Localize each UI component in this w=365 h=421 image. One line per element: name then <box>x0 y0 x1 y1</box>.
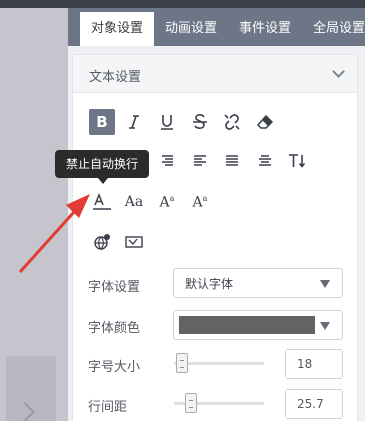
section-title: 文本设置 <box>89 70 142 85</box>
text-box-icon <box>125 236 143 248</box>
font-size-label: 字号大小 <box>88 360 141 375</box>
italic-button[interactable] <box>121 109 147 135</box>
font-size-button[interactable]: Aa <box>121 189 147 215</box>
top-bar <box>0 0 68 8</box>
font-size-input[interactable]: 18 <box>285 349 343 379</box>
font-select[interactable]: 默认字体 <box>173 268 343 298</box>
chevron-down-icon[interactable] <box>332 65 345 78</box>
top-bar <box>68 0 365 8</box>
tooltip: 禁止自动换行 <box>55 150 149 178</box>
underline-button[interactable] <box>154 109 180 135</box>
align-left-button[interactable] <box>187 148 213 174</box>
superscript-icon: Aa <box>159 193 175 211</box>
align-right-button[interactable] <box>154 148 180 174</box>
text-nowrap-icon <box>93 193 111 210</box>
tab-global-settings[interactable]: 全局设置 <box>302 12 365 46</box>
bold-icon: B <box>96 113 108 131</box>
tab-event-settings[interactable]: 事件设置 <box>228 12 302 46</box>
subscript-icon: Aa <box>192 193 208 211</box>
caret-down-icon <box>320 280 330 288</box>
line-height-label: 行间距 <box>88 400 128 415</box>
font-size-slider-handle[interactable] <box>176 353 188 373</box>
distribute-icon <box>259 155 271 166</box>
font-size-icon: Aa <box>124 194 144 210</box>
align-left-icon <box>194 155 206 166</box>
settings-tabs: 对象设置 动画设置 事件设置 全局设置 <box>68 8 365 46</box>
eraser-icon <box>256 114 274 129</box>
justify-button[interactable] <box>219 148 245 174</box>
align-right-icon <box>162 155 173 166</box>
line-height-input[interactable]: 25.7 <box>285 389 343 419</box>
tooltip-pointer <box>98 178 108 184</box>
superscript-button[interactable]: Aa <box>154 189 180 215</box>
text-box-button[interactable] <box>121 229 147 255</box>
canvas-area <box>0 0 68 421</box>
tab-object-settings[interactable]: 对象设置 <box>80 12 155 46</box>
eraser-button[interactable] <box>252 109 278 135</box>
distribute-button[interactable] <box>252 148 278 174</box>
unlink-icon <box>224 114 240 130</box>
font-select-value: 默认字体 <box>185 277 234 291</box>
text-direction-icon <box>289 154 306 168</box>
font-label: 字体设置 <box>88 280 141 295</box>
font-color-label: 字体颜色 <box>88 321 141 336</box>
unlink-button[interactable] <box>219 109 245 135</box>
web-font-button[interactable] <box>89 229 115 255</box>
strikethrough-icon <box>193 114 207 129</box>
globe-icon <box>94 234 110 250</box>
tab-animation-settings[interactable]: 动画设置 <box>154 12 228 46</box>
caret-down-icon <box>320 322 330 330</box>
strikethrough-button[interactable] <box>187 109 213 135</box>
font-color-picker[interactable] <box>173 310 343 340</box>
justify-icon <box>226 155 238 166</box>
section-header[interactable]: 文本设置 <box>73 55 357 93</box>
underline-icon <box>161 115 173 130</box>
text-direction-button[interactable] <box>284 148 310 174</box>
color-swatch <box>179 316 315 334</box>
subscript-button[interactable]: Aa <box>187 189 213 215</box>
no-wrap-button[interactable] <box>89 189 115 215</box>
italic-icon <box>129 115 139 129</box>
bold-button[interactable]: B <box>89 109 115 135</box>
line-height-slider-handle[interactable] <box>185 393 197 413</box>
